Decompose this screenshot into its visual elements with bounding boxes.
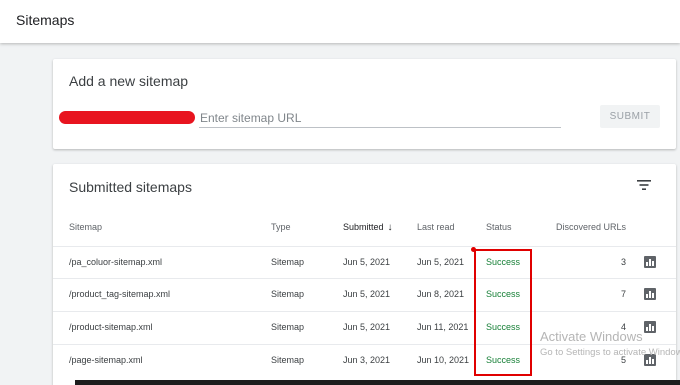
column-header-submitted[interactable]: Submitted ↓: [343, 222, 393, 233]
bar-chart-icon[interactable]: [644, 288, 656, 300]
activate-windows-watermark: Activate Windows Go to Settings to activ…: [540, 329, 680, 358]
column-header-submitted-label: Submitted: [343, 222, 384, 232]
sitemap-path: /product_tag-sitemap.xml: [69, 289, 171, 299]
last-read-date: Jun 5, 2021: [417, 257, 465, 267]
sitemap-type: Sitemap: [271, 322, 305, 332]
add-sitemap-heading: Add a new sitemap: [69, 73, 189, 89]
submit-button[interactable]: SUBMIT: [600, 105, 660, 128]
submitted-sitemaps-heading: Submitted sitemaps: [69, 179, 192, 195]
sitemap-type: Sitemap: [271, 289, 305, 299]
watermark-title: Activate Windows: [540, 329, 643, 344]
taskbar-edge: [75, 380, 680, 385]
last-read-date: Jun 11, 2021: [417, 322, 469, 332]
last-read-date: Jun 8, 2021: [417, 289, 465, 299]
sitemap-url-input[interactable]: [199, 108, 561, 128]
submitted-date: Jun 3, 2021: [343, 355, 391, 365]
sitemap-path: /page-sitemap.xml: [69, 355, 143, 365]
arrow-down-icon: ↓: [387, 222, 393, 233]
column-header-sitemap[interactable]: Sitemap: [69, 222, 102, 232]
column-header-last-read[interactable]: Last read: [417, 222, 455, 232]
table-row[interactable]: /product_tag-sitemap.xml Sitemap Jun 5, …: [53, 278, 676, 310]
column-header-discovered-urls[interactable]: Discovered URLs: [506, 222, 626, 232]
status-highlight-box: [474, 249, 532, 376]
sitemap-type: Sitemap: [271, 355, 305, 365]
submitted-date: Jun 5, 2021: [343, 289, 391, 299]
page-title: Sitemaps: [16, 12, 75, 28]
watermark-subtitle: Go to Settings to activate Windows.: [540, 347, 680, 358]
column-header-type[interactable]: Type: [271, 222, 291, 232]
bar-chart-icon[interactable]: [644, 256, 656, 268]
redacted-domain-prefix: [59, 111, 195, 124]
sitemap-type: Sitemap: [271, 257, 305, 267]
submitted-date: Jun 5, 2021: [343, 322, 391, 332]
filter-icon[interactable]: [636, 179, 652, 191]
submitted-date: Jun 5, 2021: [343, 257, 391, 267]
add-sitemap-card: Add a new sitemap SUBMIT: [53, 59, 676, 149]
sitemap-path: /product-sitemap.xml: [69, 322, 153, 332]
table-row[interactable]: /pa_coluor-sitemap.xml Sitemap Jun 5, 20…: [53, 246, 676, 278]
sitemap-path: /pa_coluor-sitemap.xml: [69, 257, 163, 267]
last-read-date: Jun 10, 2021: [417, 355, 470, 365]
top-app-bar: Sitemaps: [0, 0, 680, 43]
